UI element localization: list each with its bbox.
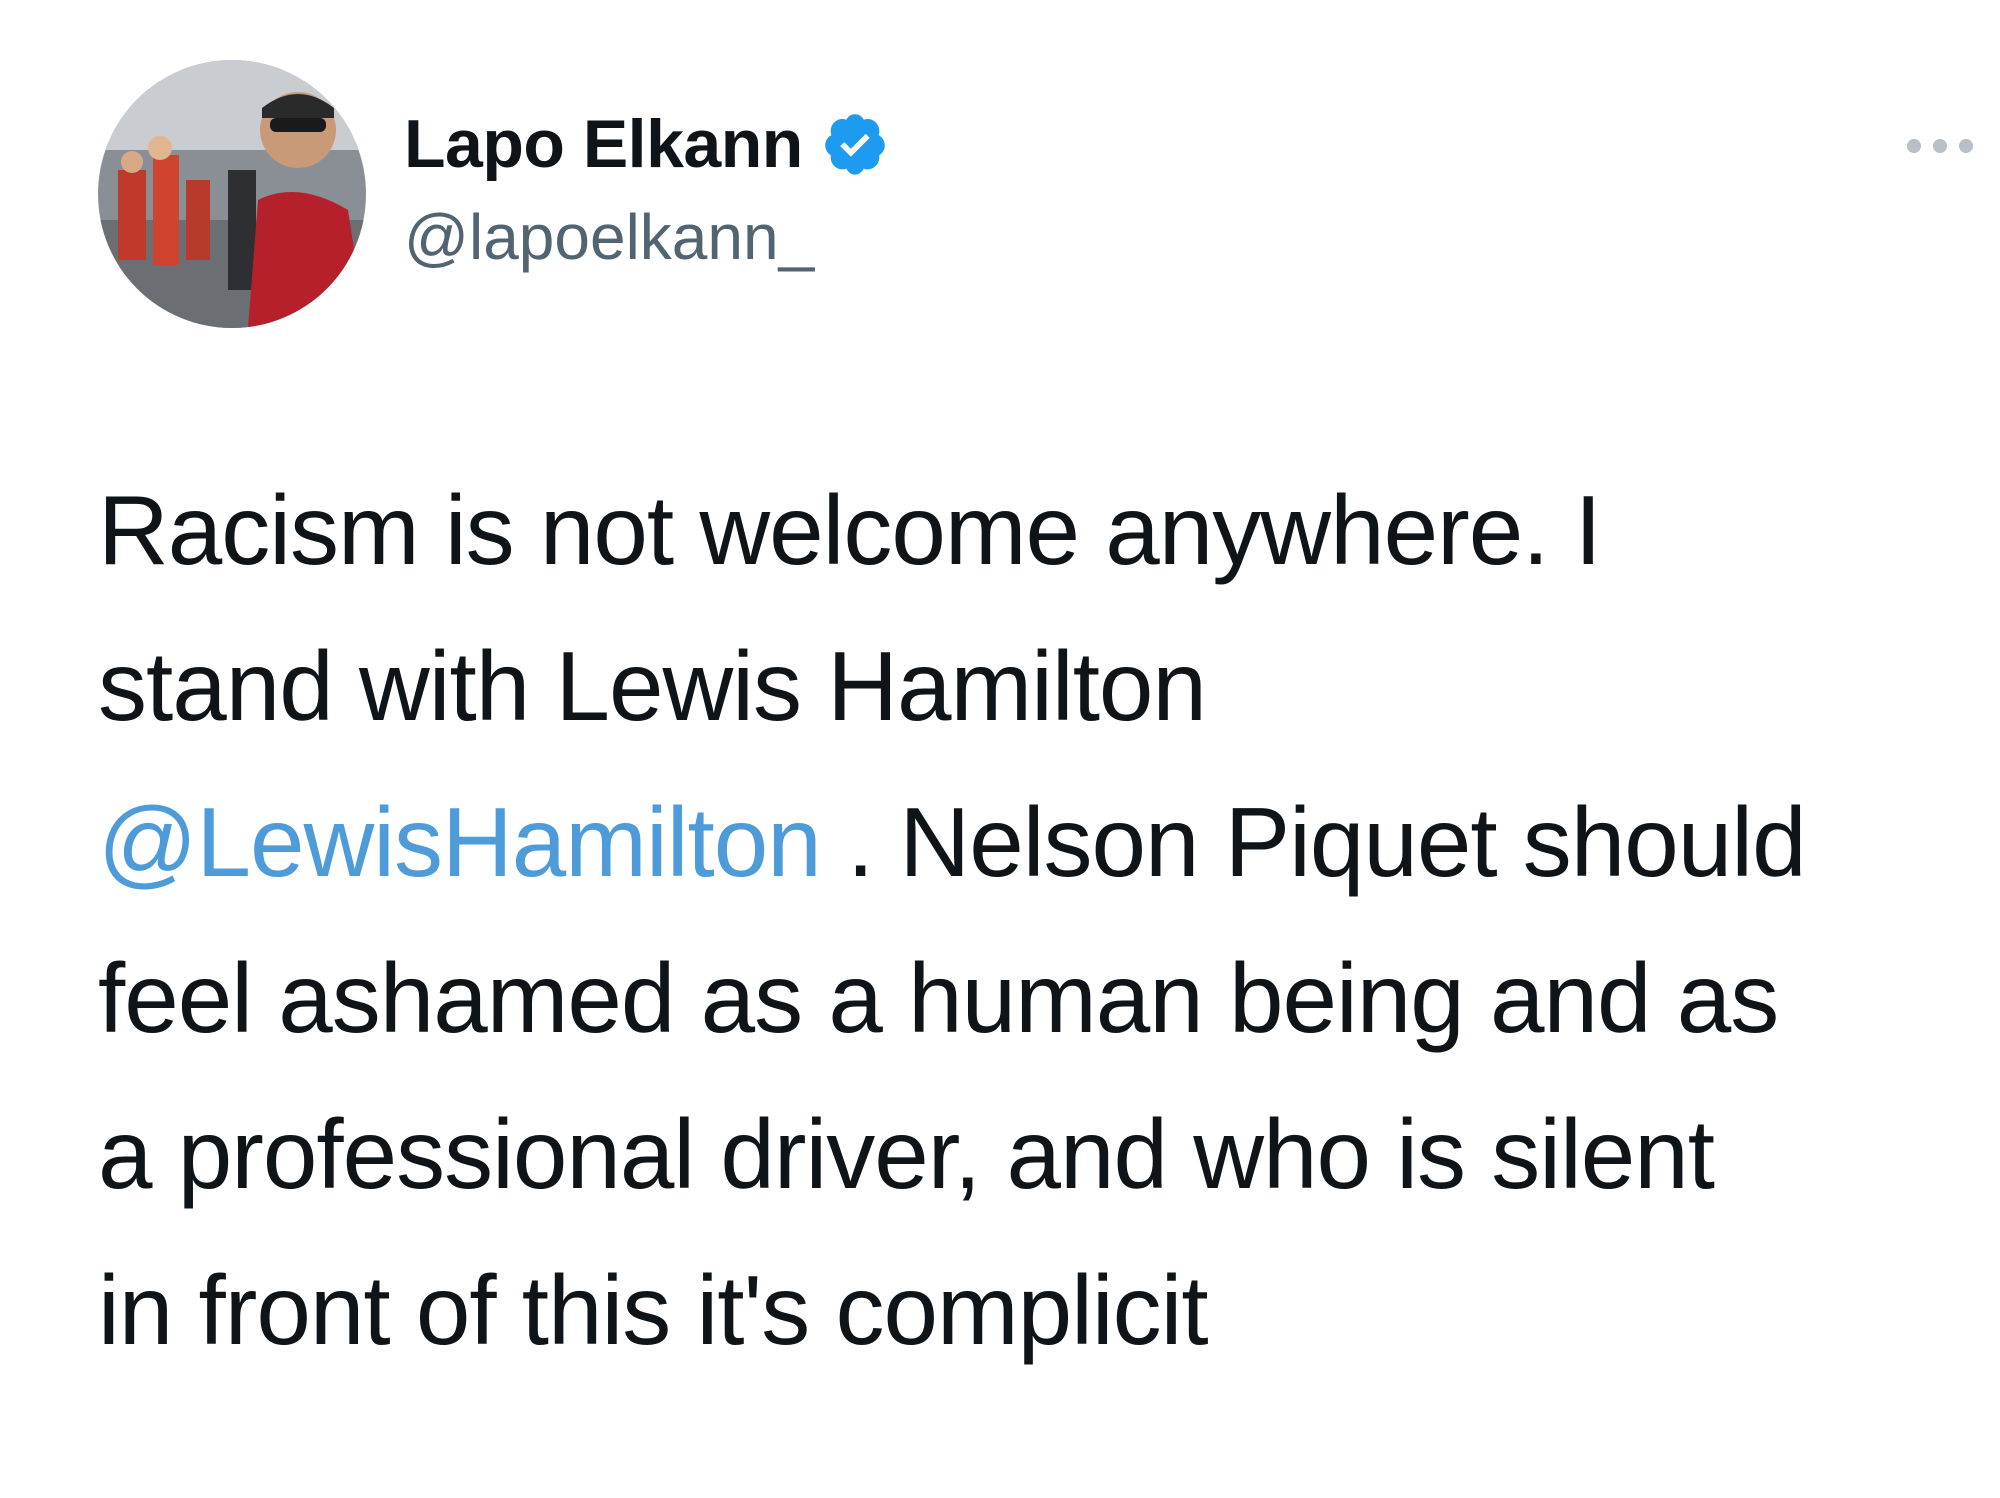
avatar-photo <box>98 60 366 328</box>
tweet-text-line: Racism is not welcome anywhere. I <box>98 475 1602 585</box>
tweet-card: Lapo Elkann @lapoelkann_ Racism is not w… <box>0 0 2000 1498</box>
tweet-text-line: in front of this it's complicit <box>98 1255 1209 1365</box>
more-options-icon <box>1907 139 1973 153</box>
verified-badge-icon <box>821 110 889 178</box>
avatar[interactable] <box>98 60 366 328</box>
tweet-text-segment: . Nelson Piquet should <box>820 787 1807 897</box>
tweet-text-line: @LewisHamilton . Nelson Piquet should <box>98 764 1978 920</box>
author-handle[interactable]: @lapoelkann_ <box>404 200 814 274</box>
tweet-text: Racism is not welcome anywhere. I stand … <box>98 452 1978 1388</box>
mention-link[interactable]: @LewisHamilton <box>98 787 822 897</box>
tweet-text-line: a professional driver, and who is silent <box>98 1099 1715 1209</box>
more-options-button[interactable] <box>1900 126 1980 166</box>
tweet-text-line: feel ashamed as a human being and as <box>98 943 1779 1053</box>
tweet-text-line: stand with Lewis Hamilton <box>98 631 1207 741</box>
author-name-row: Lapo Elkann <box>404 102 889 186</box>
display-name[interactable]: Lapo Elkann <box>404 105 803 183</box>
